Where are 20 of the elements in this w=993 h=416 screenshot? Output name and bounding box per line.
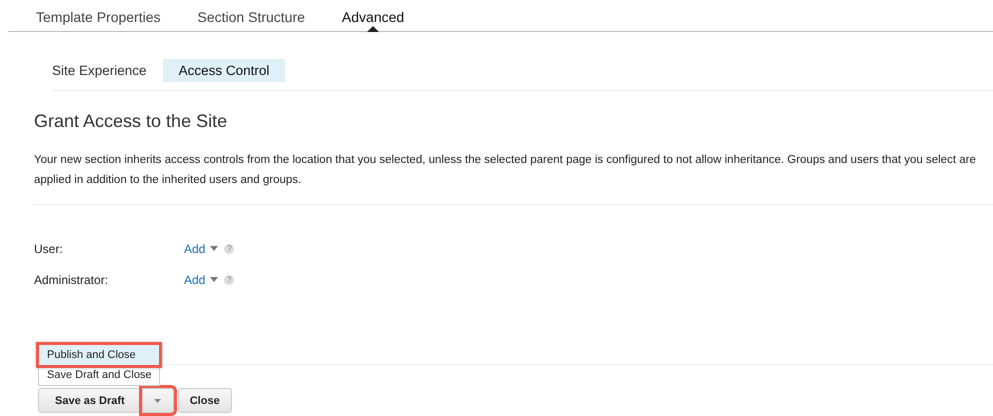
description-text: Your new section inherits access controls from the location that you selected, unless the selected parent page is configured to not allow inheritance. Groups and users that you select are applied in addition to the inherited users and groups. bbox=[34, 153, 977, 188]
add-link[interactable]: Add bbox=[184, 242, 206, 256]
menu-item[interactable]: Publish and Close bbox=[39, 345, 159, 365]
section-heading: Grant Access to the Site bbox=[34, 111, 228, 132]
save-draft-button[interactable]: Save as Draft bbox=[38, 388, 142, 413]
menu-item[interactable]: Save Draft and Close bbox=[39, 365, 159, 385]
add-link[interactable]: Add bbox=[184, 272, 206, 286]
field-label: User: bbox=[34, 242, 64, 256]
pointer-icon bbox=[367, 26, 380, 32]
caret-icon[interactable] bbox=[210, 277, 218, 282]
tab[interactable]: Template Properties bbox=[36, 9, 161, 31]
subtab[interactable]: Access Control bbox=[162, 59, 286, 82]
field-label: Administrator: bbox=[34, 272, 110, 286]
tab[interactable]: Advanced bbox=[342, 9, 404, 31]
dropdown-button[interactable] bbox=[142, 388, 174, 413]
subtab[interactable]: Site Experience bbox=[52, 59, 163, 82]
caret-icon[interactable] bbox=[210, 246, 218, 251]
caret-icon bbox=[154, 398, 162, 402]
close-button[interactable]: Close bbox=[178, 388, 232, 413]
tab[interactable]: Section Structure bbox=[198, 9, 305, 31]
